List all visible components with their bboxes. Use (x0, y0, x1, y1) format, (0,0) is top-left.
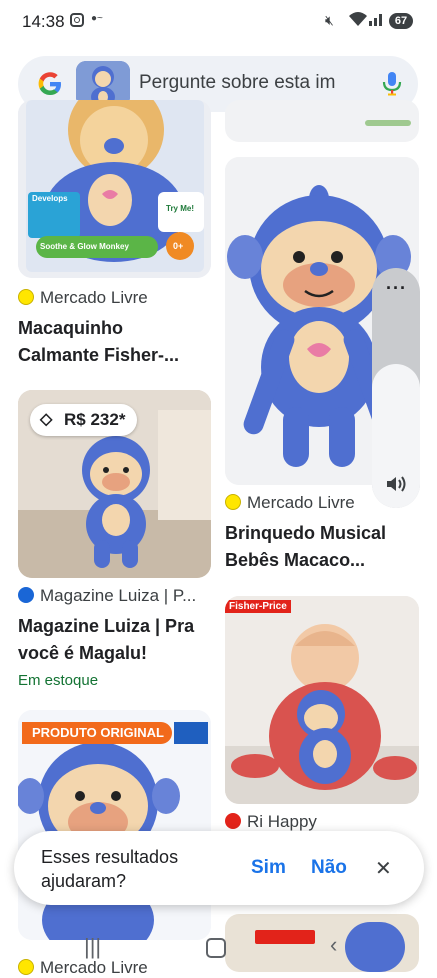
result-image-4[interactable]: Fisher-Price (225, 596, 419, 804)
source-label: Mercado Livre (247, 493, 355, 512)
close-icon[interactable]: ✕ (375, 856, 392, 881)
box-age-label: 0+ (173, 241, 184, 251)
app-notification-icon: ●~ (91, 13, 103, 24)
result-title-3[interactable]: Magazine Luiza | Pra você é Magalu! (18, 613, 218, 667)
feedback-no-button[interactable]: Não (311, 857, 347, 879)
fisher-price-brand-tag: Fisher-Price (225, 600, 291, 613)
result-source-2: Mercado Livre (225, 493, 355, 513)
original-product-banner-text: PRODUTO ORIGINAL (32, 725, 164, 740)
feedback-yes-button[interactable]: Sim (251, 857, 286, 879)
recent-apps-icon[interactable]: ||| (84, 934, 101, 960)
stock-status: Em estoque (18, 672, 99, 689)
wifi-icon (348, 10, 368, 31)
feedback-card: Esses resultados ajudaram? Sim Não ✕ (14, 831, 424, 905)
mute-icon: 🔇︎ (325, 12, 334, 28)
box-develops-label: Develops (32, 194, 68, 203)
sound-icon[interactable] (384, 472, 408, 501)
mercado-livre-icon (225, 494, 241, 510)
title-line: Magazine Luiza | Pra (18, 616, 195, 636)
battery-indicator: 67 (389, 13, 413, 29)
title-line: Brinquedo Musical (225, 523, 387, 543)
box-try-me-label: Try Me! (166, 204, 195, 213)
result-source-1: Mercado Livre (18, 288, 148, 308)
banner-logo (174, 722, 208, 744)
result-source-4: Ri Happy (225, 812, 317, 832)
more-options-icon[interactable]: ··· (386, 278, 407, 299)
status-time: 14:38 (22, 12, 65, 31)
volume-slider[interactable]: ··· (372, 268, 420, 508)
feedback-question-line: ajudaram? (41, 871, 127, 891)
title-line: Calmante Fisher-... (18, 345, 180, 365)
system-nav-bar: ||| ‹ (0, 930, 437, 972)
search-input[interactable]: Pergunte sobre esta im (139, 72, 335, 94)
google-logo[interactable] (36, 70, 64, 98)
title-line: você é Magalu! (18, 643, 148, 663)
price-tag-icon: ◇ (40, 411, 53, 428)
result-source-3: Magazine Luiza | P... (18, 586, 196, 606)
instagram-icon (70, 13, 84, 27)
feedback-question: Esses resultados ajudaram? (41, 845, 211, 893)
magazine-luiza-icon (18, 587, 34, 603)
ri-happy-icon (225, 813, 241, 829)
result-title-1[interactable]: Macaquinho Calmante Fisher-... (18, 315, 213, 369)
price-badge: ◇ R$ 232* (30, 404, 138, 436)
back-icon[interactable]: ‹ (330, 932, 337, 958)
result-image-top-right-partial[interactable] (225, 100, 419, 142)
mercado-livre-icon (18, 289, 34, 305)
status-bar: 14:38 ●~ 🔇︎ 67 (0, 0, 437, 44)
result-image-3[interactable]: ◇ R$ 232* (18, 390, 211, 578)
home-icon[interactable] (206, 938, 226, 958)
title-line: Bebês Macaco... (225, 550, 366, 570)
feedback-question-line: Esses resultados (41, 847, 179, 867)
mic-icon[interactable] (380, 71, 404, 97)
result-title-2[interactable]: Brinquedo Musical Bebês Macaco... (225, 520, 425, 574)
title-line: Macaquinho (18, 318, 124, 338)
result-image-5[interactable]: PRODUTO ORIGINAL (18, 710, 211, 940)
signal-icon (368, 12, 384, 29)
source-label: Magazine Luiza | P... (40, 586, 197, 605)
source-label: Ri Happy (247, 812, 317, 831)
price-value: R$ 232* (64, 410, 126, 429)
box-product-name: Soothe & Glow Monkey (40, 242, 129, 251)
result-image-1[interactable]: Develops Try Me! Soothe & Glow Monkey 0+ (18, 100, 211, 278)
source-label: Mercado Livre (40, 288, 148, 307)
